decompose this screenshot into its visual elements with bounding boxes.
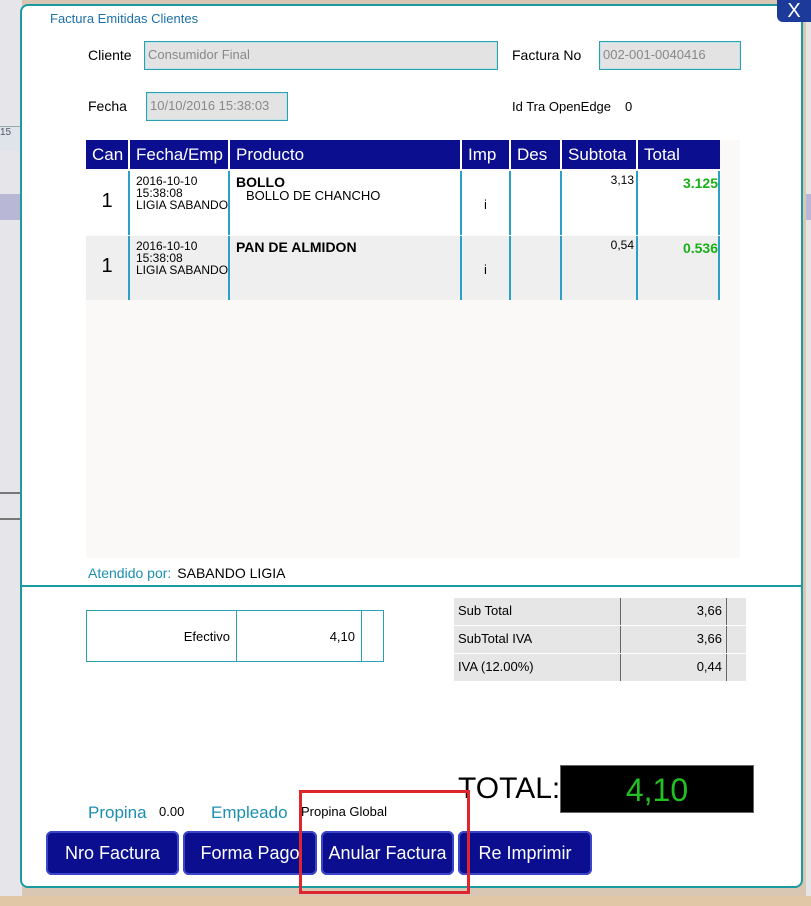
summary-row: Sub Total 3,66 xyxy=(454,598,746,626)
payment-table[interactable]: Efectivo 4,10 xyxy=(86,610,384,662)
col-producto[interactable]: Producto xyxy=(230,140,462,169)
table-row[interactable]: 1 2016-10-10 15:38:08 LIGIA SABANDO BOLL… xyxy=(86,171,720,235)
re-imprimir-button[interactable]: Re Imprimir xyxy=(458,831,592,875)
background-selected-row xyxy=(0,194,22,220)
fecha-label: Fecha xyxy=(88,98,127,114)
factura-no-label: Factura No xyxy=(512,47,582,63)
cell-can: 1 xyxy=(86,171,130,235)
cell-des xyxy=(511,171,562,235)
cliente-field[interactable]: Consumidor Final xyxy=(144,41,498,70)
attended-by-value: SABANDO LIGIA xyxy=(177,565,286,581)
propina-label: Propina xyxy=(88,803,147,822)
close-button[interactable]: X xyxy=(777,0,811,22)
col-total[interactable]: Total xyxy=(638,140,720,169)
background-divider xyxy=(0,492,22,494)
cell-imp: i xyxy=(462,236,511,300)
payment-amount: 4,10 xyxy=(237,611,362,661)
items-table: Can Fecha/Emp Producto Imp Des Subtota T… xyxy=(86,140,740,558)
cliente-label: Cliente xyxy=(88,47,132,63)
cell-can: 1 xyxy=(86,236,130,300)
cell-producto: PAN DE ALMIDON xyxy=(230,236,462,300)
id-tra-value: 0 xyxy=(625,99,633,114)
col-can[interactable]: Can xyxy=(86,140,130,169)
attended-by: Atendido por: SABANDO LIGIA xyxy=(88,565,286,581)
summary-table: Sub Total 3,66 SubTotal IVA 3,66 IVA (12… xyxy=(454,598,746,682)
dialog-title: Factura Emitidas Clientes xyxy=(50,11,199,26)
propina-value: 0.00 xyxy=(159,804,185,819)
factura-no-field[interactable]: 002-001-0040416 xyxy=(599,41,741,70)
col-imp[interactable]: Imp xyxy=(462,140,511,169)
table-row[interactable]: 1 2016-10-10 15:38:08 LIGIA SABANDO PAN … xyxy=(86,236,720,300)
cell-fecha-emp: 2016-10-10 15:38:08 LIGIA SABANDO xyxy=(130,171,230,235)
cell-producto: BOLLO BOLLO DE CHANCHO xyxy=(230,171,462,235)
background-tab: 15 xyxy=(0,126,22,151)
cell-subtotal: 3,13 xyxy=(562,171,638,235)
total-label: TOTAL: xyxy=(458,772,561,805)
col-des[interactable]: Des xyxy=(511,140,562,169)
nro-factura-button[interactable]: Nro Factura xyxy=(46,831,179,875)
highlight-box xyxy=(299,790,470,894)
background-divider xyxy=(0,518,22,520)
summary-row: SubTotal IVA 3,66 xyxy=(454,626,746,654)
fecha-field[interactable]: 10/10/2016 15:38:03 xyxy=(146,92,288,121)
forma-pago-button[interactable]: Forma Pago xyxy=(183,831,317,875)
background-window-strip: 15 xyxy=(0,0,22,906)
col-subtota[interactable]: Subtota xyxy=(562,140,638,169)
background-bottom-strip xyxy=(0,896,811,906)
empleado-label: Empleado xyxy=(211,803,288,822)
section-divider xyxy=(22,585,801,587)
payment-method: Efectivo xyxy=(87,611,237,661)
cell-total: 3.125 xyxy=(638,171,720,235)
table-header: Can Fecha/Emp Producto Imp Des Subtota T… xyxy=(86,140,720,169)
total-display: 4,10 xyxy=(560,765,754,813)
id-tra-label: Id Tra OpenEdge xyxy=(512,99,612,114)
cell-subtotal: 0,54 xyxy=(562,236,638,300)
cell-imp: i xyxy=(462,171,511,235)
col-fecha-emp[interactable]: Fecha/Emp xyxy=(130,140,230,169)
cell-fecha-emp: 2016-10-10 15:38:08 LIGIA SABANDO xyxy=(130,236,230,300)
background-right-strip xyxy=(806,0,811,906)
summary-row: IVA (12.00%) 0,44 xyxy=(454,654,746,682)
cell-des xyxy=(511,236,562,300)
cell-total: 0.536 xyxy=(638,236,720,300)
